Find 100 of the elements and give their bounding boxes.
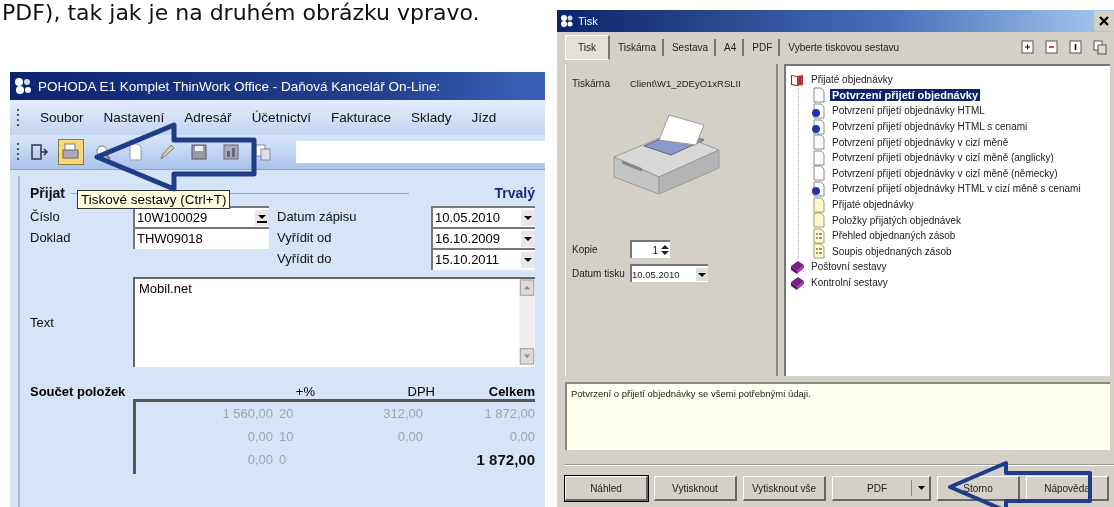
table-cell-text: 1 560,00 — [221, 406, 273, 421]
dropdown-icon — [918, 486, 925, 490]
date-field[interactable]: 10.05.2010 — [431, 205, 535, 228]
date-field[interactable]: 15.10.2011 — [431, 247, 535, 270]
document-icon — [811, 87, 826, 104]
book-icon — [790, 258, 805, 275]
menu-item[interactable]: Jízd — [471, 110, 497, 125]
document-icon — [811, 134, 826, 151]
list-document-icon — [811, 227, 826, 244]
web-document-icon — [811, 118, 826, 135]
copy-icon — [1093, 39, 1107, 55]
spinner-icon — [255, 209, 269, 226]
tab[interactable]: A4 — [718, 38, 745, 56]
chart-icon — [221, 142, 241, 162]
field-label: Vyřídit do — [277, 251, 333, 266]
info-icon — [1069, 39, 1083, 55]
door-icon — [29, 142, 49, 162]
spin-field[interactable]: 1 — [630, 240, 670, 258]
table-cell-text: 0 — [278, 452, 288, 467]
field-label: Číslo — [30, 209, 61, 224]
tooltip: Tiskové sestavy (Ctrl+T) — [77, 190, 231, 209]
dialog-button[interactable]: Vytisknout vše — [743, 476, 826, 501]
column-header: Celkem — [487, 384, 535, 399]
menu-item[interactable]: Soubor — [40, 110, 84, 125]
description-box: Potvrzení o přijetí objednávky se všemi potřebnými údaji. — [565, 382, 1110, 450]
table-cell-text: 1 872,00 — [475, 451, 535, 468]
menu-item[interactable]: Nastavení — [103, 110, 165, 125]
menu-item[interactable]: Účetnictví — [251, 110, 311, 125]
tree-item[interactable]: Potvrzení přijetí objednávky — [830, 89, 981, 102]
table-cell-text: 20 — [278, 406, 295, 421]
split-button[interactable]: PDF — [832, 476, 931, 501]
table-cell-text: 0,00 — [246, 429, 273, 444]
tree-item[interactable]: Kontrolní sestavy — [809, 277, 890, 288]
dropdown-icon — [521, 209, 535, 226]
close-button[interactable] — [1094, 11, 1114, 31]
tree-item[interactable]: Potvrzení přijetí objednávky HTML v cizí měně s cenami — [830, 183, 1083, 195]
magnifier-icon — [93, 142, 113, 162]
tab[interactable]: Tisk — [565, 34, 610, 60]
tree-item[interactable]: Potvrzení přijetí objednávky v cizí měně — [830, 136, 1011, 148]
table-cell-text: 1 872,00 — [483, 406, 535, 421]
window-title: Tisk — [578, 15, 598, 27]
table-cell-text: 0,00 — [246, 452, 273, 467]
text-area[interactable]: Mobil.net — [133, 277, 535, 367]
book-icon — [790, 274, 805, 291]
pen-icon — [157, 142, 177, 162]
tree-item[interactable]: Potvrzení přijetí objednávky v cizí měně (anglicky) — [830, 152, 1056, 164]
printer-name: Client\W1_2DEyO1xRSLII — [630, 77, 741, 89]
tree-item[interactable]: Potvrzení přijetí objednávky v cizí měně (německy) — [830, 167, 1060, 179]
web-document-icon — [811, 180, 826, 197]
tree-item[interactable]: Potvrzení přijetí objednávky HTML — [830, 105, 987, 117]
tree-item[interactable]: Poštovní sestavy — [809, 261, 889, 273]
menu-item[interactable]: Adresář — [184, 110, 232, 125]
field-label: Vyřídit od — [277, 230, 333, 245]
dialog-button[interactable]: Náhled — [565, 476, 648, 501]
field-label: Kopie — [572, 243, 599, 255]
table-cell-text: 312,00 — [382, 406, 423, 421]
menu-item[interactable]: Fakturace — [330, 110, 391, 125]
tree-item[interactable]: Soupis objednaných zásob — [830, 245, 954, 257]
expand-icon — [1021, 39, 1035, 55]
hint-text: Vyberte tiskovou sestavu — [787, 41, 901, 53]
menu-item[interactable]: Sklady — [410, 110, 452, 125]
tab[interactable]: Sestava — [665, 38, 717, 56]
input-field[interactable]: THW09018 — [133, 226, 269, 249]
column-header: +% — [294, 384, 315, 399]
list-document-icon — [811, 243, 826, 260]
table-cell-text: 0,00 — [396, 429, 423, 444]
table-cell-text: 0,00 — [508, 429, 535, 444]
dropdown-icon — [521, 251, 535, 268]
printer-icon — [61, 142, 81, 162]
tree-item[interactable]: Potvrzení přijetí objednávky HTML s cenami — [830, 121, 1030, 133]
dropdown-icon — [521, 230, 535, 247]
dialog-button[interactable]: Vytisknout — [654, 476, 737, 501]
window-title: POHODA E1 Komplet ThinWork Office - Daňová Kancelář On-Line: — [38, 78, 441, 94]
scrollbar-icon — [519, 279, 535, 365]
tree-item[interactable]: Položky přijatých objednávek — [830, 214, 963, 226]
tree-item[interactable]: Přijaté objednávky — [809, 74, 895, 86]
web-document-icon — [811, 103, 826, 119]
document-icon — [811, 165, 826, 182]
date-field[interactable]: 16.10.2009 — [431, 226, 535, 249]
toolbar-button[interactable] — [1068, 39, 1084, 55]
caption-text: PDF), tak jak je na druhém obrázku vpravo. — [1, 0, 481, 26]
tree-item[interactable]: Přijaté objednávky — [830, 199, 916, 211]
field-label: Datum zápisu — [277, 209, 358, 224]
dropdown-icon — [696, 267, 708, 281]
document-icon — [811, 196, 826, 213]
tree-item[interactable]: Přehled objednaných zásob — [830, 230, 958, 242]
input-field[interactable] — [296, 141, 545, 163]
tab[interactable]: PDF — [746, 38, 781, 56]
field-label: Doklad — [30, 230, 72, 245]
tab[interactable]: Tiskárna — [611, 38, 664, 56]
app-logo-icon — [14, 77, 32, 95]
close-icon — [1098, 15, 1110, 27]
grip-icon — [16, 142, 20, 162]
grip-icon — [16, 107, 20, 128]
document-icon — [811, 149, 826, 166]
column-header: Součet položek — [30, 384, 127, 399]
date-field[interactable]: 10.05.2010 — [630, 264, 708, 282]
field-label: Datum tisku — [572, 267, 622, 279]
app-logo-icon — [560, 14, 574, 28]
document-icon — [811, 212, 826, 229]
